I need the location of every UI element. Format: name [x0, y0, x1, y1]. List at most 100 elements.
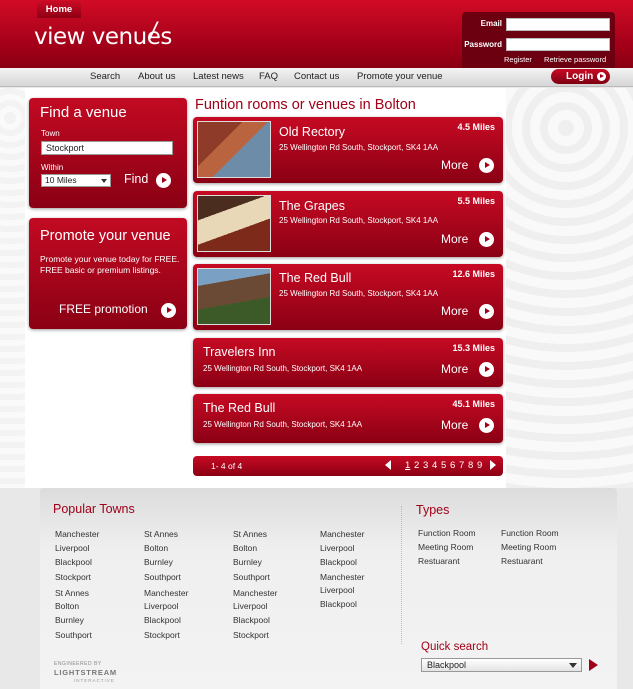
type-link[interactable]: Restuarant: [418, 556, 460, 566]
type-link[interactable]: Function Room: [418, 528, 476, 538]
venue-card[interactable]: The Grapes 25 Wellington Rd South, Stock…: [193, 191, 503, 257]
town-link[interactable]: Blackpool: [320, 599, 357, 609]
venue-photo[interactable]: [197, 268, 271, 325]
register-link[interactable]: Register: [504, 55, 532, 64]
quick-search-select[interactable]: Blackpool: [421, 658, 582, 672]
town-link[interactable]: Blackpool: [320, 557, 357, 567]
town-link[interactable]: Southport: [144, 572, 181, 582]
town-link[interactable]: St Annes: [55, 588, 89, 598]
town-link[interactable]: Burnley: [233, 557, 262, 567]
town-link[interactable]: Manchester: [55, 529, 99, 539]
nav-promote-your-venue[interactable]: Promote your venue: [357, 71, 443, 82]
password-field[interactable]: [506, 38, 610, 51]
town-link[interactable]: Liverpool: [320, 543, 355, 553]
promote-title: Promote your venue: [40, 228, 171, 244]
town-link[interactable]: Manchester: [144, 588, 188, 598]
town-link[interactable]: Southport: [233, 572, 270, 582]
arrow-right-icon[interactable]: [479, 418, 494, 433]
venue-name[interactable]: Travelers Inn: [203, 345, 275, 359]
popular-towns-title: Popular Towns: [53, 502, 135, 516]
venue-card[interactable]: The Red Bull 25 Wellington Rd South, Sto…: [193, 264, 503, 330]
chevron-right-icon[interactable]: [490, 460, 496, 470]
type-link[interactable]: Meeting Room: [501, 542, 556, 552]
nav-search[interactable]: Search: [90, 71, 120, 82]
nav-about-us[interactable]: About us: [138, 71, 176, 82]
find-button[interactable]: Find: [124, 172, 148, 186]
nav-contact-us[interactable]: Contact us: [294, 71, 339, 82]
more-button[interactable]: More: [441, 418, 468, 432]
venue-card[interactable]: Old Rectory 25 Wellington Rd South, Stoc…: [193, 117, 503, 183]
town-link[interactable]: St Annes: [144, 529, 178, 539]
page-link[interactable]: 9: [477, 460, 482, 471]
venue-name[interactable]: The Red Bull: [279, 271, 351, 285]
town-link[interactable]: Bolton: [55, 601, 79, 611]
venue-name[interactable]: Old Rectory: [279, 125, 345, 139]
page-link[interactable]: 3: [423, 460, 428, 471]
venue-distance: 4.5 Miles: [457, 122, 495, 132]
town-link[interactable]: Bolton: [144, 543, 168, 553]
town-link[interactable]: Manchester: [233, 588, 277, 598]
venue-card[interactable]: Travelers Inn 25 Wellington Rd South, St…: [193, 338, 503, 387]
town-input[interactable]: Stockport: [41, 141, 173, 155]
type-link[interactable]: Restuarant: [501, 556, 543, 566]
page-link[interactable]: 4: [432, 460, 437, 471]
town-link[interactable]: Liverpool: [320, 585, 355, 595]
types-title: Types: [416, 503, 450, 517]
nav-faq[interactable]: FAQ: [259, 71, 278, 82]
page-link[interactable]: 6: [450, 460, 455, 471]
town-link[interactable]: Burnley: [55, 615, 84, 625]
town-link[interactable]: Stockport: [144, 630, 180, 640]
page-link[interactable]: 2: [414, 460, 419, 471]
town-link[interactable]: Southport: [55, 630, 92, 640]
town-link[interactable]: Blackpool: [55, 557, 92, 567]
town-link[interactable]: Bolton: [233, 543, 257, 553]
more-button[interactable]: More: [441, 232, 468, 246]
free-promotion-button[interactable]: FREE promotion: [59, 302, 148, 316]
type-link[interactable]: Function Room: [501, 528, 559, 538]
venue-name[interactable]: The Red Bull: [203, 401, 275, 415]
page-link[interactable]: 1: [405, 460, 410, 471]
town-link[interactable]: Manchester: [320, 529, 364, 539]
town-link[interactable]: Burnley: [144, 557, 173, 567]
page-title: Funtion rooms or venues in Bolton: [195, 97, 416, 113]
town-label: Town: [41, 129, 60, 138]
venue-card[interactable]: The Red Bull 25 Wellington Rd South, Sto…: [193, 394, 503, 443]
arrow-right-icon[interactable]: [479, 232, 494, 247]
arrow-right-icon[interactable]: [479, 362, 494, 377]
page-link[interactable]: 8: [468, 460, 473, 471]
town-link[interactable]: Stockport: [233, 630, 269, 640]
retrieve-password-link[interactable]: Retrieve password: [544, 55, 606, 64]
venue-name[interactable]: The Grapes: [279, 199, 345, 213]
login-button-label: Login: [566, 71, 594, 82]
town-link[interactable]: Blackpool: [144, 615, 181, 625]
venue-photo[interactable]: [197, 121, 271, 178]
go-arrow-icon[interactable]: [589, 659, 598, 671]
more-button[interactable]: More: [441, 362, 468, 376]
town-link[interactable]: Liverpool: [144, 601, 179, 611]
town-link[interactable]: Stockport: [55, 572, 91, 582]
email-field[interactable]: [506, 18, 610, 31]
town-link[interactable]: St Annes: [233, 529, 267, 539]
town-link[interactable]: Manchester: [320, 572, 364, 582]
find-venue-title: Find a venue: [40, 104, 127, 121]
page-link[interactable]: 7: [459, 460, 464, 471]
nav-home[interactable]: Home: [37, 1, 81, 18]
town-link[interactable]: Liverpool: [55, 543, 90, 553]
page-link[interactable]: 5: [441, 460, 446, 471]
town-link[interactable]: Blackpool: [233, 615, 270, 625]
nav-latest-news[interactable]: Latest news: [193, 71, 244, 82]
venue-photo[interactable]: [197, 195, 271, 252]
arrow-right-icon[interactable]: [161, 303, 176, 318]
arrow-right-icon[interactable]: [156, 173, 171, 188]
arrow-right-icon[interactable]: [479, 304, 494, 319]
chevron-left-icon[interactable]: [385, 460, 391, 470]
type-link[interactable]: Meeting Room: [418, 542, 473, 552]
lightstream-logo[interactable]: LIGHTSTREAM: [54, 668, 117, 677]
more-button[interactable]: More: [441, 158, 468, 172]
login-panel: Email Password Register Retrieve passwor…: [462, 12, 615, 68]
arrow-right-icon[interactable]: [479, 158, 494, 173]
within-select[interactable]: 10 Miles: [41, 174, 111, 187]
more-button[interactable]: More: [441, 304, 468, 318]
town-link[interactable]: Liverpool: [233, 601, 268, 611]
login-button[interactable]: Login: [551, 69, 610, 84]
